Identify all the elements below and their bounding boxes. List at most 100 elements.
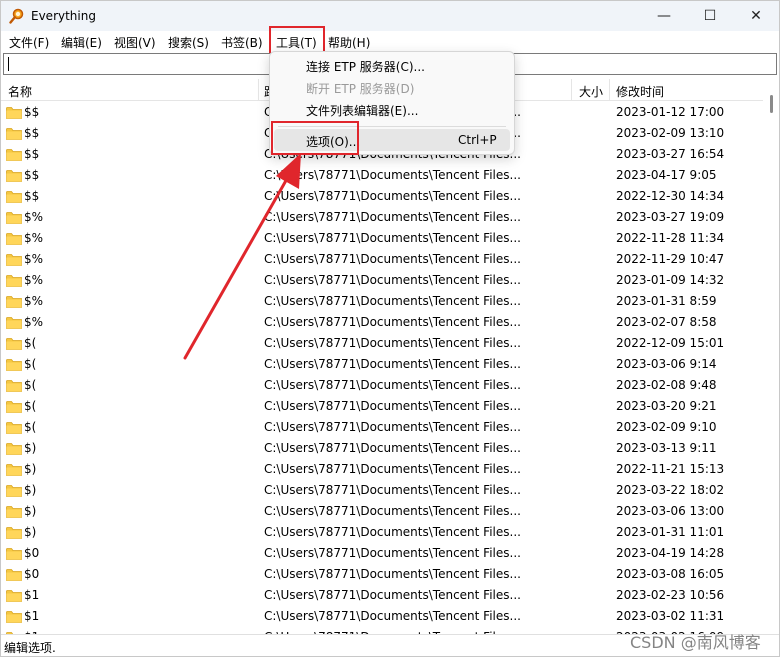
- table-row[interactable]: $) C:\Users\78771\Documents\Tencent Files…: [1, 459, 763, 480]
- table-row[interactable]: $( C:\Users\78771\Documents\Tencent Files…: [1, 354, 763, 375]
- file-modified: 2023-03-02 11:31: [616, 609, 725, 623]
- column-divider[interactable]: [571, 79, 572, 101]
- file-path: C:\Users\78771\Documents\Tencent Files..…: [264, 336, 521, 350]
- folder-icon: [6, 548, 22, 560]
- folder-icon: [6, 527, 22, 539]
- table-row[interactable]: $% C:\Users\78771\Documents\Tencent Files…: [1, 270, 763, 291]
- table-row[interactable]: $% C:\Users\78771\Documents\Tencent Files…: [1, 312, 763, 333]
- vertical-scrollbar[interactable]: [763, 79, 779, 633]
- file-modified: 2022-11-28 11:34: [616, 231, 725, 245]
- table-row[interactable]: $(C:\Users\78771\Documents\Tencent Files…: [1, 375, 763, 396]
- folder-icon: [6, 485, 22, 497]
- file-name: $): [24, 441, 37, 455]
- folder-icon: [6, 464, 22, 476]
- file-modified: 2022-12-30 14:34: [616, 189, 725, 203]
- folder-icon: [6, 590, 22, 602]
- file-path: C:\Users\78771\Documents\Tencent Files..…: [264, 462, 521, 476]
- file-modified: 2022-12-09 15:01: [616, 336, 725, 350]
- column-name[interactable]: 名称: [8, 83, 32, 100]
- table-row[interactable]: $0 C:\Users\78771\Documents\Tencent Files…: [1, 543, 763, 564]
- menu-bookmarks[interactable]: 书签(B): [221, 34, 263, 51]
- file-path: C:\Users\78771\Documents\Tencent Files..…: [264, 315, 521, 329]
- file-path: C:\Users\78771\Documents\Tencent Files..…: [264, 588, 521, 602]
- folder-icon: [6, 107, 22, 119]
- table-row[interactable]: $(C:\Users\78771\Documents\Tencent Files…: [1, 396, 763, 417]
- menu-file[interactable]: 文件(F): [9, 34, 49, 51]
- file-path: C:\Users\78771\Documents\Tencent Files..…: [264, 441, 521, 455]
- table-row[interactable]: $) C:\Users\78771\Documents\Tencent Files…: [1, 501, 763, 522]
- watermark: CSDN @南风博客: [630, 633, 761, 652]
- status-text: 编辑选项.: [4, 641, 56, 655]
- table-row[interactable]: $% C:\Users\78771\Documents\Tencent Files…: [1, 207, 763, 228]
- table-row[interactable]: $0 C:\Users\78771\Documents\Tencent Files…: [1, 564, 763, 585]
- menu-item-connect-etp[interactable]: 连接 ETP 服务器(C)...: [274, 54, 510, 76]
- file-name: $): [24, 462, 37, 476]
- table-row[interactable]: $(C:\Users\78771\Documents\Tencent Files…: [1, 417, 763, 438]
- table-row[interactable]: $1 C:\Users\78771\Documents\Tencent Files…: [1, 585, 763, 606]
- file-path: C:\Users\78771\Documents\Tencent Files..…: [264, 609, 521, 623]
- scrollbar-thumb[interactable]: [770, 95, 773, 113]
- close-button[interactable]: ✕: [733, 1, 779, 31]
- folder-icon: [6, 212, 22, 224]
- column-modified[interactable]: 修改时间: [616, 83, 664, 100]
- file-name: $$: [24, 126, 40, 140]
- file-modified: 2023-02-23 10:56: [616, 588, 725, 602]
- folder-icon: [6, 317, 22, 329]
- menu-edit[interactable]: 编辑(E): [61, 34, 102, 51]
- folder-icon: [6, 149, 22, 161]
- file-modified: 2023-04-17 9:05: [616, 168, 717, 182]
- table-row[interactable]: $$ C:\Users\78771\Documents\Tencent Files…: [1, 186, 763, 207]
- table-row[interactable]: $(C:\Users\78771\Documents\Tencent Files…: [1, 333, 763, 354]
- menu-item-label: 连接 ETP 服务器(C)...: [306, 60, 425, 74]
- file-modified: 2022-11-29 10:47: [616, 252, 725, 266]
- file-path: C:\Users\78771\Documents\Tencent Files..…: [264, 504, 521, 518]
- file-name: $%: [24, 315, 44, 329]
- text-caret: [8, 57, 9, 71]
- file-name: $%: [24, 252, 44, 266]
- table-row[interactable]: $% C:\Users\78771\Documents\Tencent Files…: [1, 291, 763, 312]
- menu-view[interactable]: 视图(V): [114, 34, 156, 51]
- file-name: $$: [24, 105, 40, 119]
- file-modified: 2023-02-08 9:48: [616, 378, 717, 392]
- file-name: $(: [24, 378, 37, 392]
- file-path: C:\Users\78771\Documents\Tencent Files..…: [264, 357, 521, 371]
- file-path: C:\Users\78771\Documents\Tencent Files..…: [264, 294, 521, 308]
- maximize-button[interactable]: ☐: [687, 1, 733, 31]
- table-row[interactable]: $$ C:\Users\78771\Documents\Tencent Files…: [1, 165, 763, 186]
- file-name: $$: [24, 189, 40, 203]
- menu-search[interactable]: 搜索(S): [168, 34, 209, 51]
- table-row[interactable]: $) C:\Users\78771\Documents\Tencent Files…: [1, 522, 763, 543]
- title-bar: Everything — ☐ ✕: [1, 1, 779, 31]
- file-modified: 2022-11-21 15:13: [616, 462, 725, 476]
- file-name: $%: [24, 210, 44, 224]
- file-modified: 2023-03-20 9:21: [616, 399, 717, 413]
- menu-item-label: 断开 ETP 服务器(D): [306, 82, 415, 96]
- file-name: $$: [24, 147, 40, 161]
- folder-icon: [6, 443, 22, 455]
- menu-item-filelist-editor[interactable]: 文件列表编辑器(E)...: [274, 98, 510, 120]
- file-path: C:\Users\78771\Documents\Tencent Files..…: [264, 252, 521, 266]
- column-size[interactable]: 大小: [579, 83, 603, 100]
- file-name: $%: [24, 231, 44, 245]
- table-row[interactable]: $) C:\Users\78771\Documents\Tencent Files…: [1, 480, 763, 501]
- file-name: $%: [24, 294, 44, 308]
- table-row[interactable]: $) C:\Users\78771\Documents\Tencent Files…: [1, 438, 763, 459]
- menu-help[interactable]: 帮助(H): [328, 34, 370, 51]
- file-modified: 2023-01-31 11:01: [616, 525, 725, 539]
- minimize-button[interactable]: —: [641, 1, 687, 31]
- file-name: $(: [24, 357, 37, 371]
- file-modified: 2023-03-06 13:00: [616, 504, 725, 518]
- file-name: $%: [24, 273, 44, 287]
- folder-icon: [6, 275, 22, 287]
- column-divider[interactable]: [258, 79, 259, 101]
- column-divider[interactable]: [609, 79, 610, 101]
- options-highlight: [271, 121, 359, 155]
- table-row[interactable]: $1 C:\Users\78771\Documents\Tencent Files…: [1, 606, 763, 627]
- table-row[interactable]: $% C:\Users\78771\Documents\Tencent Files…: [1, 228, 763, 249]
- file-name: $$: [24, 168, 40, 182]
- table-row[interactable]: $% C:\Users\78771\Documents\Tencent Files…: [1, 249, 763, 270]
- file-path: C:\Users\78771\Documents\Tencent Files..…: [264, 483, 521, 497]
- file-name: $): [24, 504, 37, 518]
- file-modified: 2023-01-09 14:32: [616, 273, 725, 287]
- folder-icon: [6, 128, 22, 140]
